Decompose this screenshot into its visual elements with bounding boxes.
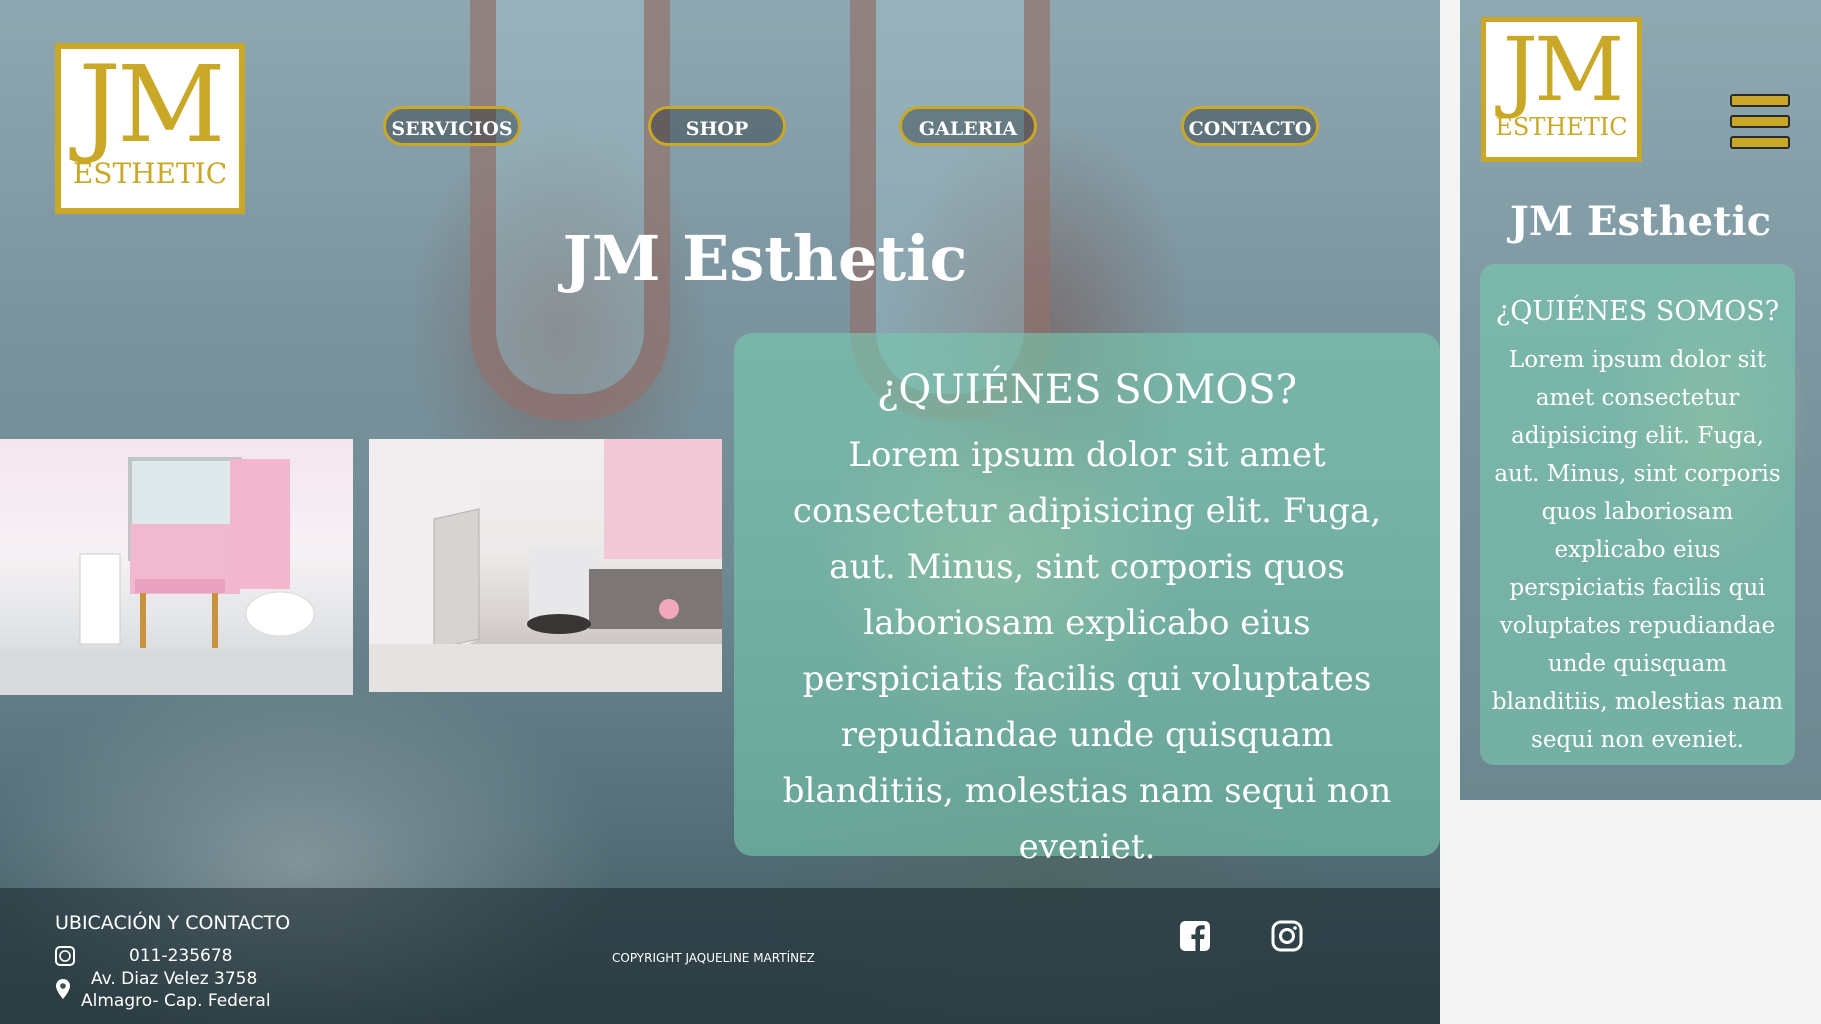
- footer-heading: UBICACIÓN Y CONTACTO: [55, 912, 291, 934]
- nav-contacto-button[interactable]: CONTACTO: [1181, 106, 1319, 146]
- desktop-view: JM ESTHETIC SERVICIOS SHOP GALERIA CONTA…: [0, 0, 1440, 1024]
- instagram-icon[interactable]: [1271, 920, 1303, 952]
- mobile-about-text: Lorem ipsum dolor sit amet consectetur a…: [1491, 347, 1784, 753]
- logo-initials: JM: [78, 43, 225, 166]
- salon-photo-reception: [369, 439, 722, 692]
- hamburger-bar: [1730, 94, 1790, 107]
- mobile-about-heading: ¿QUIÉNES SOMOS?: [1495, 296, 1780, 327]
- nav-galeria-button[interactable]: GALERIA: [899, 106, 1037, 146]
- hamburger-bar: [1730, 136, 1790, 149]
- footer-address-line1: Av. Diaz Velez 3758: [91, 969, 258, 989]
- logo-initials: JM: [1502, 18, 1624, 121]
- about-heading: ¿QUIÉNES SOMOS?: [876, 367, 1298, 413]
- footer: UBICACIÓN Y CONTACTO 011-235678 Av. Diaz…: [0, 888, 1440, 1024]
- mobile-logo[interactable]: JM ESTHETIC: [1481, 17, 1642, 162]
- mobile-page-title: JM Esthetic: [1509, 198, 1772, 245]
- salon-photo-treatment-room: [0, 439, 353, 695]
- mobile-about-card: ¿QUIÉNES SOMOS? Lorem ipsum dolor sit am…: [1480, 264, 1795, 765]
- logo[interactable]: JM ESTHETIC: [55, 43, 245, 214]
- background-arch: [470, 0, 670, 420]
- mobile-view: JM ESTHETIC JM Esthetic ¿QUIÉNES SOMOS? …: [1460, 0, 1821, 800]
- nav-shop-button[interactable]: SHOP: [648, 106, 786, 146]
- page-title: JM Esthetic: [562, 222, 968, 295]
- nav-servicios-button[interactable]: SERVICIOS: [383, 106, 521, 146]
- location-pin-icon: [56, 979, 70, 999]
- footer-address-line2: Almagro- Cap. Federal: [81, 991, 271, 1011]
- facebook-icon[interactable]: [1179, 920, 1211, 952]
- hamburger-menu-icon[interactable]: [1730, 94, 1790, 160]
- logo-word: ESTHETIC: [1495, 113, 1628, 141]
- whatsapp-icon[interactable]: [55, 946, 75, 966]
- about-card: ¿QUIÉNES SOMOS? Lorem ipsum dolor sit am…: [734, 333, 1440, 867]
- logo-word: ESTHETIC: [72, 157, 228, 190]
- footer-phone[interactable]: 011-235678: [129, 946, 232, 966]
- hamburger-bar: [1730, 115, 1790, 128]
- about-text: Lorem ipsum dolor sit amet consectetur a…: [782, 435, 1392, 867]
- footer-copyright: COPYRIGHT JAQUELINE MARTÍNEZ: [612, 951, 815, 965]
